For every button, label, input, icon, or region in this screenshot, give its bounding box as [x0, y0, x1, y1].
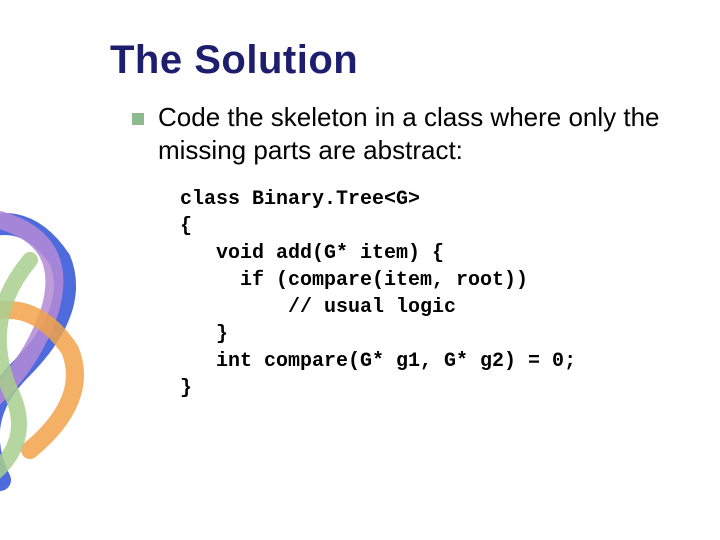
slide: The Solution Code the skeleton in a clas… — [0, 0, 720, 540]
slide-title: The Solution — [110, 38, 670, 83]
code-block: class Binary.Tree<G> { void add(G* item)… — [180, 186, 670, 402]
bullet-item: Code the skeleton in a class where only … — [132, 101, 670, 166]
square-bullet-icon — [132, 113, 144, 125]
bullet-text: Code the skeleton in a class where only … — [158, 101, 670, 166]
